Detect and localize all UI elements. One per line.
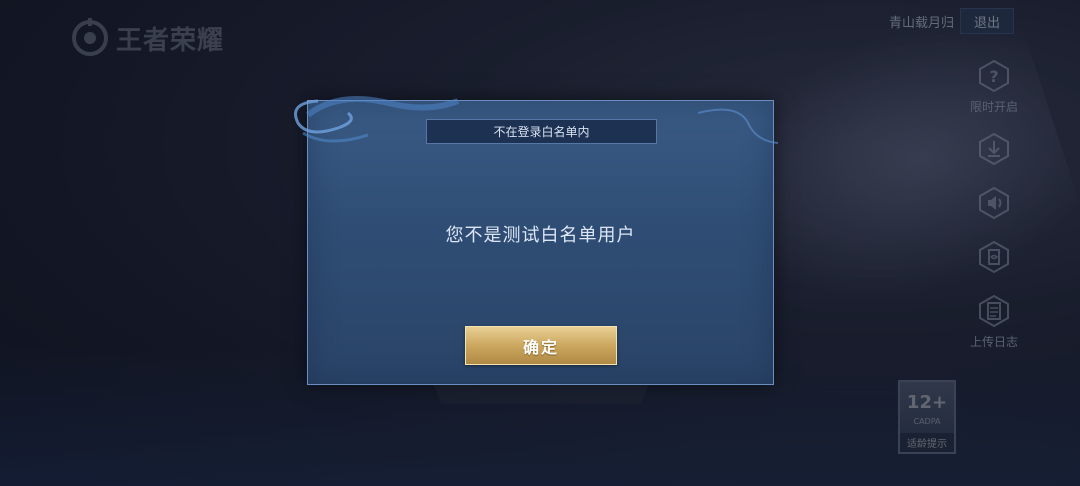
whitelist-dialog: 不在登录白名单内 您不是测试白名单用户 确定	[294, 96, 779, 385]
dialog-message: 您不是测试白名单用户	[445, 225, 636, 246]
confirm-button[interactable]: 确定	[465, 326, 617, 365]
dialog-title: 不在登录白名单内	[426, 119, 657, 144]
